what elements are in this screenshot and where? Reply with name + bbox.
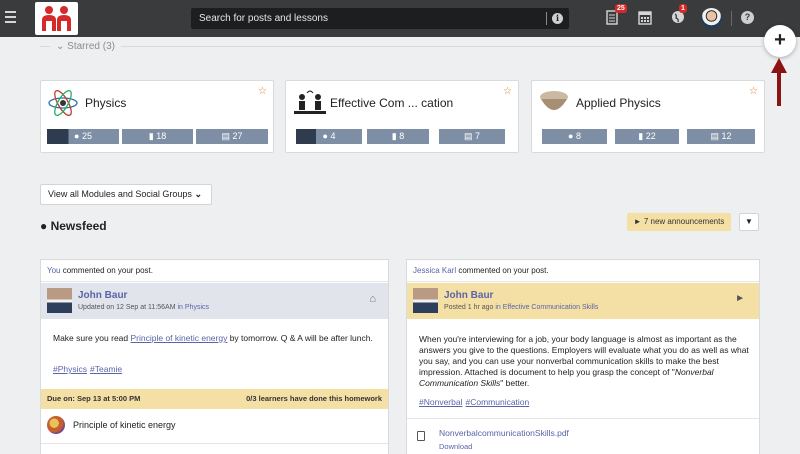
top-bar: Search for posts and lessons i 25 1 ?: [0, 0, 800, 37]
globe-badge: 1: [679, 4, 687, 13]
chevron-down-icon: ⌄: [194, 189, 202, 199]
post-meta: Updated on 12 Sep at 11:56AM in Physics: [78, 304, 210, 311]
module-title[interactable]: Physics: [85, 96, 126, 110]
list-icon: ▤: [710, 131, 719, 141]
search-input[interactable]: Search for posts and lessons: [199, 13, 328, 24]
bowl-icon: [538, 87, 570, 119]
starred-divider: [40, 46, 762, 47]
hashtag-link[interactable]: #Nonverbal: [419, 397, 462, 407]
help-icon[interactable]: ?: [741, 11, 754, 24]
starred-toggle[interactable]: ⌄ Starred (3): [50, 41, 121, 52]
calendar-stat[interactable]: ▤ 7: [439, 129, 505, 144]
home-icon[interactable]: ⌂: [369, 293, 376, 305]
comments-stat[interactable]: ● 4: [296, 129, 362, 144]
menu-icon[interactable]: [5, 11, 16, 23]
list-icon: ▤: [463, 131, 473, 141]
comment-icon: ●: [322, 131, 328, 141]
filter-button[interactable]: ▼: [739, 213, 759, 231]
comments-icon: ●: [40, 219, 48, 233]
divider: [407, 418, 759, 419]
module-card-physics[interactable]: Physics ☆ ● 25 ▮ 18 ▤ 27: [40, 80, 274, 153]
learners-status[interactable]: 0/3 learners have done this homework: [246, 389, 382, 409]
search-divider: [546, 12, 547, 25]
book-icon: ▮: [391, 131, 397, 141]
author-name[interactable]: John Baur: [78, 290, 127, 301]
comment-icon: ●: [74, 131, 80, 141]
lesson-thumbnail: [47, 416, 65, 434]
module-card-applied-physics[interactable]: Applied Physics ☆ ● 8 ▮ 22 ▤ 12: [531, 80, 765, 153]
toolbar-divider: [731, 11, 732, 26]
calendar-stat[interactable]: ▤ 27: [196, 129, 268, 144]
info-icon[interactable]: i: [552, 13, 563, 24]
starred-label: Starred (3): [67, 41, 115, 52]
megaphone-icon: ►: [633, 217, 642, 226]
lessons-stat[interactable]: ▮ 22: [615, 129, 679, 144]
star-icon[interactable]: ☆: [749, 86, 758, 97]
arrow-up-icon: [771, 58, 787, 73]
book-icon: ▮: [148, 131, 154, 141]
user-avatar[interactable]: [701, 8, 722, 29]
app-logo[interactable]: [35, 2, 78, 35]
comment-icon: ●: [568, 131, 574, 141]
newsfeed-heading: ● Newsfeed: [40, 219, 107, 233]
search-bar[interactable]: Search for posts and lessons i: [191, 8, 569, 29]
arrow-shaft: [777, 72, 781, 106]
post-activity: Jessica Karl commented on your post.: [407, 260, 759, 282]
lesson-link[interactable]: Principle of kinetic energy: [130, 333, 227, 343]
chevron-down-icon: ⌄: [56, 41, 65, 52]
lessons-stat[interactable]: ▮ 8: [367, 129, 429, 144]
post-card: Jessica Karl commented on your post. Joh…: [406, 259, 760, 454]
author-avatar[interactable]: [47, 288, 72, 313]
hashtags: #Physics #Teamie: [53, 364, 125, 374]
comments-stat[interactable]: ● 25: [47, 129, 119, 144]
module-title[interactable]: Applied Physics: [576, 96, 661, 110]
people-icon: [292, 87, 326, 119]
divider: [41, 443, 388, 444]
due-date: Due on: Sep 13 at 5:00 PM: [47, 394, 141, 403]
due-bar: Due on: Sep 13 at 5:00 PM 0/3 learners h…: [41, 389, 388, 409]
filter-icon: ▼: [745, 217, 753, 226]
pdf-file-icon: [417, 431, 425, 441]
calendar-stat[interactable]: ▤ 12: [687, 129, 755, 144]
comments-stat[interactable]: ● 8: [542, 129, 607, 144]
post-card: You commented on your post. John Baur Up…: [40, 259, 389, 454]
star-icon[interactable]: ☆: [503, 86, 512, 97]
module-card-communication[interactable]: Effective Com ... cation ☆ ● 4 ▮ 8 ▤ 7: [285, 80, 519, 153]
author-bar: John Baur Updated on 12 Sep at 11:56AM i…: [41, 283, 388, 319]
post-body: Make sure you read Principle of kinetic …: [53, 333, 373, 343]
author-avatar[interactable]: [413, 288, 438, 313]
module-title[interactable]: Effective Com ... cation: [330, 96, 453, 110]
download-link[interactable]: Download: [439, 442, 472, 451]
post-meta: Posted 1 hr ago in Effective Communicati…: [444, 304, 599, 311]
lessons-stat[interactable]: ▮ 18: [122, 129, 193, 144]
hashtag-link[interactable]: #Physics: [53, 364, 87, 374]
hashtags: #Nonverbal #Communication: [419, 397, 532, 407]
add-button[interactable]: +: [764, 25, 796, 57]
announcements-button[interactable]: ► 7 new announcements: [627, 213, 731, 231]
author-bar: John Baur Posted 1 hr ago in Effective C…: [407, 283, 759, 319]
star-icon[interactable]: ☆: [258, 86, 267, 97]
post-body: When you're interviewing for a job, your…: [419, 334, 749, 388]
book-icon: ▮: [638, 131, 644, 141]
list-icon: ▤: [221, 131, 230, 141]
notifications-badge: 25: [615, 4, 627, 13]
author-name[interactable]: John Baur: [444, 290, 493, 301]
view-all-modules-button[interactable]: View all Modules and Social Groups ⌄: [40, 184, 212, 205]
hashtag-link[interactable]: #Communication: [465, 397, 529, 407]
calendar-icon[interactable]: [638, 10, 652, 28]
hashtag-link[interactable]: #Teamie: [90, 364, 122, 374]
atom-icon: [47, 87, 79, 119]
megaphone-icon[interactable]: ►: [735, 293, 745, 304]
post-activity: You commented on your post.: [41, 260, 388, 282]
